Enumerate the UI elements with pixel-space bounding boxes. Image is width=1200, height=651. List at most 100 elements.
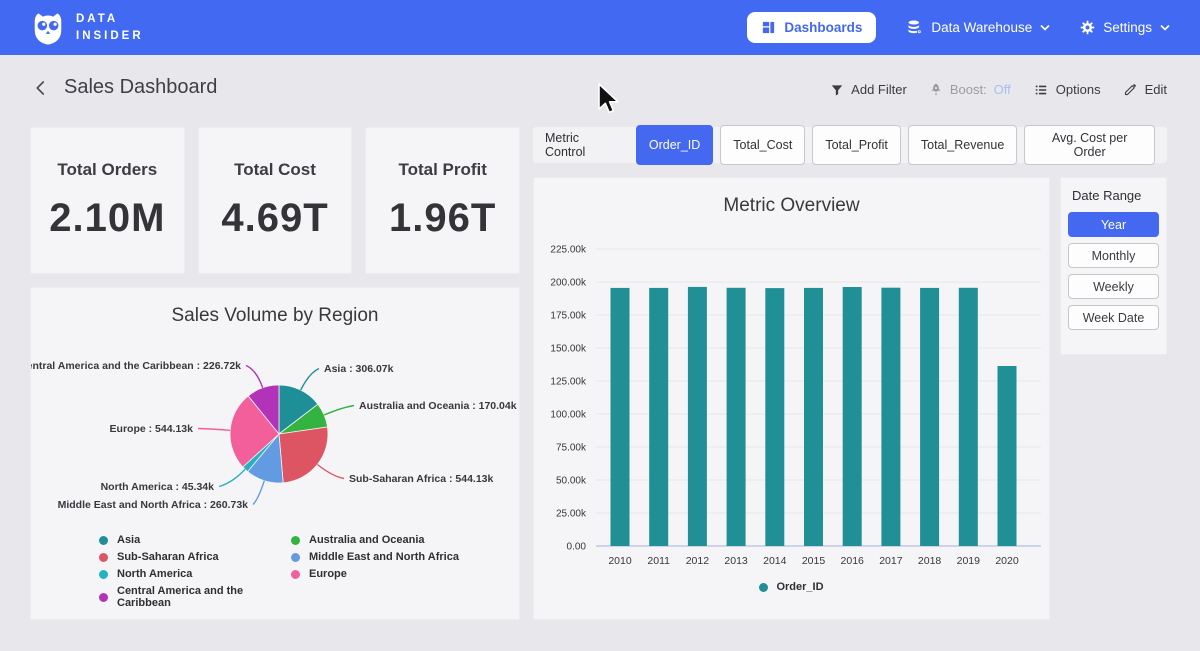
pie-label-sub-saharan-africa: Sub-Saharan Africa : 544.13k bbox=[349, 473, 493, 485]
boost-label: Boost: bbox=[950, 82, 987, 97]
y-tick-label: 150.00k bbox=[550, 344, 587, 355]
metric-button-avg-cost-per-order[interactable]: Avg. Cost per Order bbox=[1024, 125, 1155, 165]
gear-icon bbox=[1080, 20, 1095, 35]
bar-chart-card: Metric Overview 225.00k200.00k175.00k150… bbox=[533, 177, 1050, 620]
kpi-card-total-profit: Total Profit 1.96T bbox=[365, 127, 520, 274]
brand-text: DATA INSIDER bbox=[76, 11, 144, 43]
bar-2012[interactable] bbox=[688, 287, 707, 546]
legend-label: Central America and the Caribbean bbox=[117, 585, 291, 609]
legend-label: Asia bbox=[117, 534, 140, 546]
metric-button-total-profit[interactable]: Total_Profit bbox=[812, 125, 901, 165]
pie-legend-item-europe[interactable]: Europe bbox=[291, 568, 459, 580]
chevron-left-icon bbox=[32, 79, 50, 97]
pie-legend-item-asia[interactable]: Asia bbox=[99, 534, 291, 546]
nav-dashboards-button[interactable]: Dashboards bbox=[747, 12, 876, 43]
kpi-row: Total Orders 2.10M Total Cost 4.69T Tota… bbox=[30, 127, 520, 274]
list-options-icon bbox=[1033, 83, 1049, 97]
y-tick-label: 125.00k bbox=[550, 377, 587, 388]
date-range-label: Date Range bbox=[1068, 188, 1159, 203]
pie-slice-sub-saharan-africa[interactable] bbox=[279, 427, 328, 483]
pie-label-europe: Europe : 544.13k bbox=[110, 423, 194, 435]
x-tick-label: 2020 bbox=[995, 555, 1019, 567]
bar-2011[interactable] bbox=[649, 288, 668, 546]
pie-label-middle-east-and-north-africa: Middle East and North Africa : 260.73k bbox=[58, 499, 249, 511]
bar-2015[interactable] bbox=[804, 288, 823, 546]
edit-label: Edit bbox=[1145, 82, 1167, 97]
add-filter-button[interactable]: Add Filter bbox=[830, 82, 907, 97]
y-tick-label: 100.00k bbox=[550, 410, 587, 421]
legend-label: Australia and Oceania bbox=[309, 534, 425, 546]
kpi-value: 2.10M bbox=[31, 196, 184, 241]
date-range-year-button[interactable]: Year bbox=[1068, 212, 1159, 237]
bar-2020[interactable] bbox=[998, 366, 1017, 546]
header-actions: Add Filter Boost: Off Options bbox=[830, 82, 1167, 97]
pie-callout-line bbox=[253, 481, 264, 505]
edit-button[interactable]: Edit bbox=[1123, 82, 1167, 97]
boost-value: Off bbox=[994, 82, 1011, 97]
pie-legend-item-north-america[interactable]: North America bbox=[99, 568, 291, 580]
metric-button-order-id[interactable]: Order_ID bbox=[636, 125, 713, 165]
kpi-card-total-orders: Total Orders 2.10M bbox=[30, 127, 185, 274]
legend-dot bbox=[99, 570, 108, 579]
x-tick-label: 2019 bbox=[957, 555, 981, 567]
nav-data-warehouse[interactable]: Data Warehouse bbox=[906, 19, 1050, 36]
navbar-right: Dashboards Data Warehouse bbox=[747, 12, 1170, 43]
bar-2018[interactable] bbox=[920, 288, 939, 546]
y-tick-label: 175.00k bbox=[550, 311, 587, 322]
chevron-down-icon bbox=[1160, 24, 1170, 31]
legend-dot bbox=[291, 570, 300, 579]
kpi-value: 1.96T bbox=[366, 196, 519, 241]
x-tick-label: 2013 bbox=[724, 555, 748, 567]
top-navbar: DATA INSIDER Dashboards bbox=[0, 0, 1200, 55]
pie-legend-item-australia-and-oceania[interactable]: Australia and Oceania bbox=[291, 534, 459, 546]
pie-label-australia-and-oceania: Australia and Oceania : 170.04k bbox=[359, 400, 517, 412]
app-screen: DATA INSIDER Dashboards bbox=[0, 0, 1200, 651]
nav-settings[interactable]: Settings bbox=[1080, 20, 1170, 35]
y-tick-label: 25.00k bbox=[556, 509, 587, 520]
bar-2016[interactable] bbox=[843, 287, 862, 546]
pie-chart-legend: Asia Australia and Oceania Sub-Saharan Afr… bbox=[99, 534, 459, 609]
filter-funnel-icon bbox=[830, 83, 844, 97]
database-icon bbox=[906, 19, 923, 36]
x-tick-label: 2010 bbox=[608, 555, 632, 567]
legend-label: North America bbox=[117, 568, 192, 580]
date-range-weekly-button[interactable]: Weekly bbox=[1068, 274, 1159, 299]
nav-data-warehouse-label: Data Warehouse bbox=[931, 20, 1032, 35]
brand-line2: INSIDER bbox=[76, 28, 144, 44]
bar-2013[interactable] bbox=[727, 288, 746, 546]
options-button[interactable]: Options bbox=[1033, 82, 1101, 97]
pie-legend-item-central-america-and-the-caribbean[interactable]: Central America and the Caribbean bbox=[99, 585, 291, 609]
boost-toggle[interactable]: Boost: Off bbox=[929, 82, 1011, 97]
add-filter-label: Add Filter bbox=[851, 82, 907, 97]
nav-dashboards-label: Dashboards bbox=[784, 20, 862, 35]
x-tick-label: 2014 bbox=[763, 555, 787, 567]
pie-callout-line bbox=[246, 366, 263, 388]
owl-logo-icon bbox=[30, 10, 66, 46]
kpi-label: Total Orders bbox=[31, 160, 184, 180]
pie-legend-item-middle-east-and-north-africa[interactable]: Middle East and North Africa bbox=[291, 551, 459, 563]
date-range-week-date-button[interactable]: Week Date bbox=[1068, 305, 1159, 330]
metric-button-total-cost[interactable]: Total_Cost bbox=[720, 125, 805, 165]
bar-2019[interactable] bbox=[959, 288, 978, 546]
back-button[interactable] bbox=[30, 77, 52, 99]
metric-control-label: Metric Control bbox=[545, 131, 622, 159]
pie-legend-item-sub-saharan-africa[interactable]: Sub-Saharan Africa bbox=[99, 551, 291, 563]
dashboard-grid-icon bbox=[761, 20, 776, 35]
pie-callout-line bbox=[317, 465, 344, 479]
pie-callout-line bbox=[324, 406, 354, 416]
bar-2017[interactable] bbox=[881, 288, 900, 546]
brand-logo[interactable]: DATA INSIDER bbox=[30, 10, 144, 46]
metric-control-bar: Metric Control Order_ID Total_Cost Total… bbox=[533, 127, 1167, 163]
bar-2010[interactable] bbox=[611, 288, 630, 546]
x-tick-label: 2012 bbox=[686, 555, 710, 567]
legend-dot bbox=[291, 553, 300, 562]
rocket-icon bbox=[929, 82, 943, 97]
bar-2014[interactable] bbox=[765, 288, 784, 546]
metric-button-total-revenue[interactable]: Total_Revenue bbox=[908, 125, 1017, 165]
x-tick-label: 2018 bbox=[918, 555, 942, 567]
metric-control-buttons: Order_ID Total_Cost Total_Profit Total_R… bbox=[636, 125, 1155, 165]
kpi-label: Total Cost bbox=[199, 160, 352, 180]
date-range-monthly-button[interactable]: Monthly bbox=[1068, 243, 1159, 268]
bar-chart-title: Metric Overview bbox=[534, 195, 1049, 217]
pencil-icon bbox=[1123, 82, 1138, 97]
